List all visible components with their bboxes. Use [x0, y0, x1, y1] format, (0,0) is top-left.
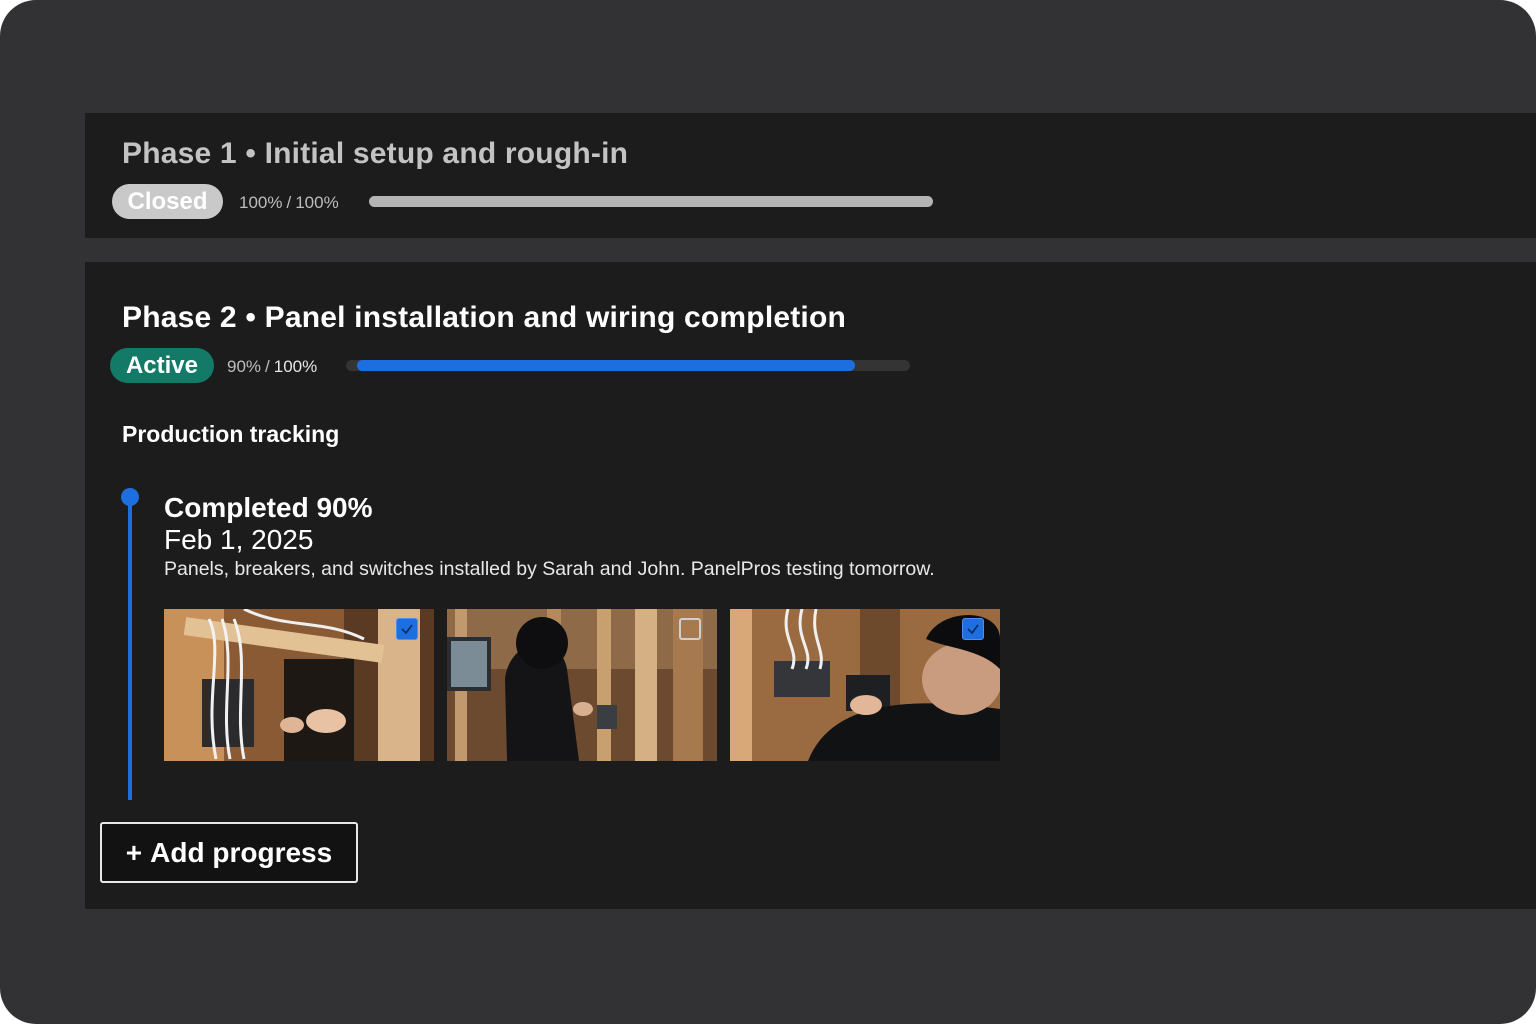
- progress-total: 100%: [295, 193, 339, 212]
- check-icon: [967, 624, 979, 635]
- entry-title: Completed 90%: [164, 492, 373, 523]
- progress-separator: /: [286, 193, 292, 212]
- phase-card-2: Phase 2 • Panel installation and wiring …: [85, 262, 1536, 909]
- progress-current: 90%: [227, 357, 262, 376]
- phase-card-1[interactable]: Phase 1 • Initial setup and rough-in Clo…: [85, 113, 1536, 238]
- phase-title: Phase 1 • Initial setup and rough-in: [122, 137, 628, 171]
- photo-select-checkbox[interactable]: [679, 618, 701, 640]
- photo-worker-installing-box: [730, 609, 1000, 761]
- progress-text: 100%/100%: [239, 193, 339, 213]
- check-icon: [401, 624, 413, 635]
- phase-number: Phase 1: [122, 137, 237, 170]
- photo-select-checkbox[interactable]: [962, 618, 984, 640]
- progress-photo[interactable]: [730, 609, 1000, 761]
- progress-photo[interactable]: [447, 609, 717, 761]
- status-badge: Closed: [112, 184, 223, 219]
- progress-bar: [369, 196, 933, 207]
- timeline-line: [128, 498, 132, 800]
- progress-bar-fill: [369, 196, 933, 207]
- phase-name: Initial setup and rough-in: [264, 137, 629, 170]
- app-frame: Phase 1 • Initial setup and rough-in Clo…: [0, 0, 1536, 1024]
- add-progress-label: Add progress: [150, 836, 333, 868]
- photo-select-checkbox[interactable]: [396, 618, 418, 640]
- photo-worker-at-panel: [447, 609, 717, 761]
- phase-number: Phase 2: [122, 301, 237, 334]
- entry-date: Feb 1, 2025: [164, 524, 314, 555]
- phase-separator: •: [245, 301, 257, 334]
- progress-bar-fill: [357, 360, 855, 371]
- progress-current: 100%: [239, 193, 283, 212]
- entry-note: Panels, breakers, and switches installed…: [164, 558, 935, 580]
- progress-bar: [346, 360, 910, 371]
- phase-separator: •: [245, 137, 257, 170]
- add-progress-button[interactable]: + Add progress: [100, 822, 358, 883]
- phase-title: Phase 2 • Panel installation and wiring …: [122, 301, 846, 335]
- progress-separator: /: [265, 357, 270, 376]
- progress-total: 100%: [273, 357, 318, 376]
- phase-name: Panel installation and wiring completion: [264, 301, 847, 334]
- progress-photo[interactable]: [164, 609, 434, 761]
- status-badge: Active: [110, 348, 214, 383]
- plus-icon: +: [125, 836, 143, 868]
- section-title: Production tracking: [122, 421, 340, 447]
- progress-text: 90%/100%: [227, 357, 317, 377]
- photo-electrician-wiring: [164, 609, 434, 761]
